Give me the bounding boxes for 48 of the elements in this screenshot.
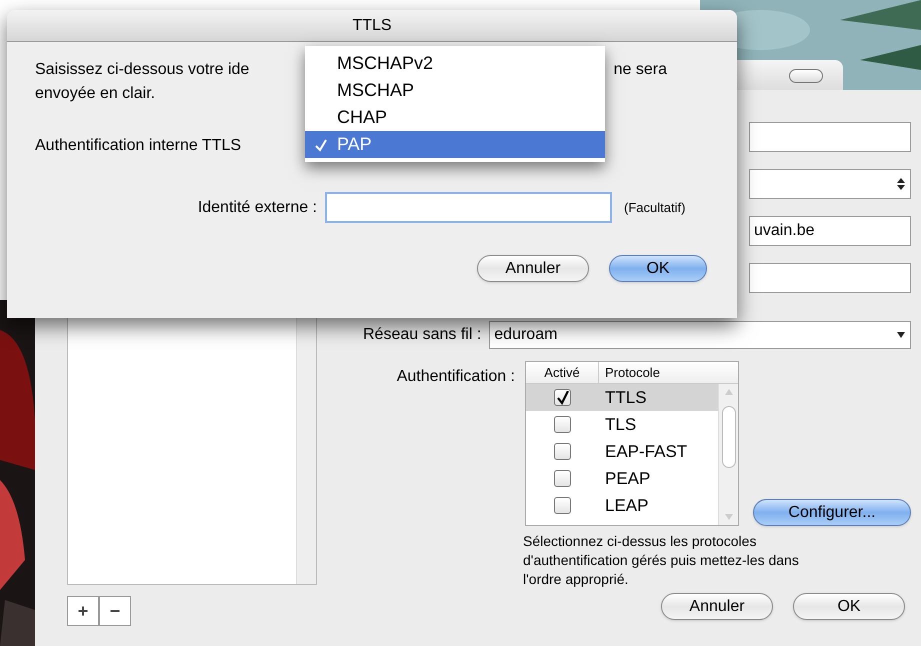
remove-button[interactable]: − [99,596,131,626]
identity-label: Identité externe : [196,198,318,218]
list-box[interactable] [67,315,317,585]
protocol-name: EAP-FAST [604,440,688,463]
inner-authentication-label: Authentification interne TTLS [35,136,242,156]
menu-item[interactable]: PAP [305,131,605,158]
checkbox[interactable] [554,470,571,487]
checkbox[interactable] [554,416,571,433]
checkbox[interactable] [554,497,571,514]
scroll-up-icon[interactable] [724,388,732,396]
intro-text: Saisissez ci-dessous votre ide [35,60,250,80]
intro-text: ne sera [614,60,667,80]
intro-text: envoyée en clair. [35,84,156,104]
popup-field[interactable] [749,169,911,199]
identity-field[interactable] [325,192,612,223]
cancel-button[interactable]: Annuler [477,255,589,282]
ok-button[interactable]: OK [609,255,707,282]
window-title: TTLS [352,16,392,36]
authentication-label: Authentification : [396,367,516,387]
checkmark-icon [314,138,328,152]
input-field[interactable]: uvain.be [749,216,911,246]
ok-button[interactable]: OK [793,593,905,620]
dropdown-arrow-icon [896,331,906,339]
menu-item[interactable]: CHAP [305,104,605,131]
input-field[interactable] [749,263,911,293]
scrollbar[interactable] [718,384,738,525]
help-text: Sélectionnez ci-dessus les protocoles d'authentification gérés puis mettez-les dans l'ordre approprié. [523,532,800,589]
protocol-name: TLS [604,414,636,436]
protocol-name: TTLS [604,386,647,409]
add-button[interactable]: + [67,596,99,626]
cancel-button[interactable]: Annuler [661,593,773,620]
protocol-row[interactable]: TTLS [526,384,718,411]
toolbar-toggle-button[interactable] [789,68,823,82]
checkbox[interactable] [554,443,571,460]
network-popup[interactable]: eduroam [489,321,911,349]
protocol-name: LEAP [604,494,648,517]
menu-item[interactable]: MSCHAP [305,77,605,104]
stepper-icon [896,176,906,192]
menu-item[interactable]: MSCHAPv2 [305,50,605,77]
scroll-down-icon[interactable] [724,513,732,521]
network-label: Réseau sans fil : [363,325,482,345]
optional-note: (Facultatif) [624,198,686,217]
checkbox[interactable] [554,389,571,406]
configure-button[interactable]: Configurer... [753,499,911,526]
column-header[interactable]: Activé [526,362,599,383]
protocol-name: PEAP [604,468,650,490]
input-field[interactable] [749,122,911,152]
column-header[interactable]: Protocole [599,362,660,383]
